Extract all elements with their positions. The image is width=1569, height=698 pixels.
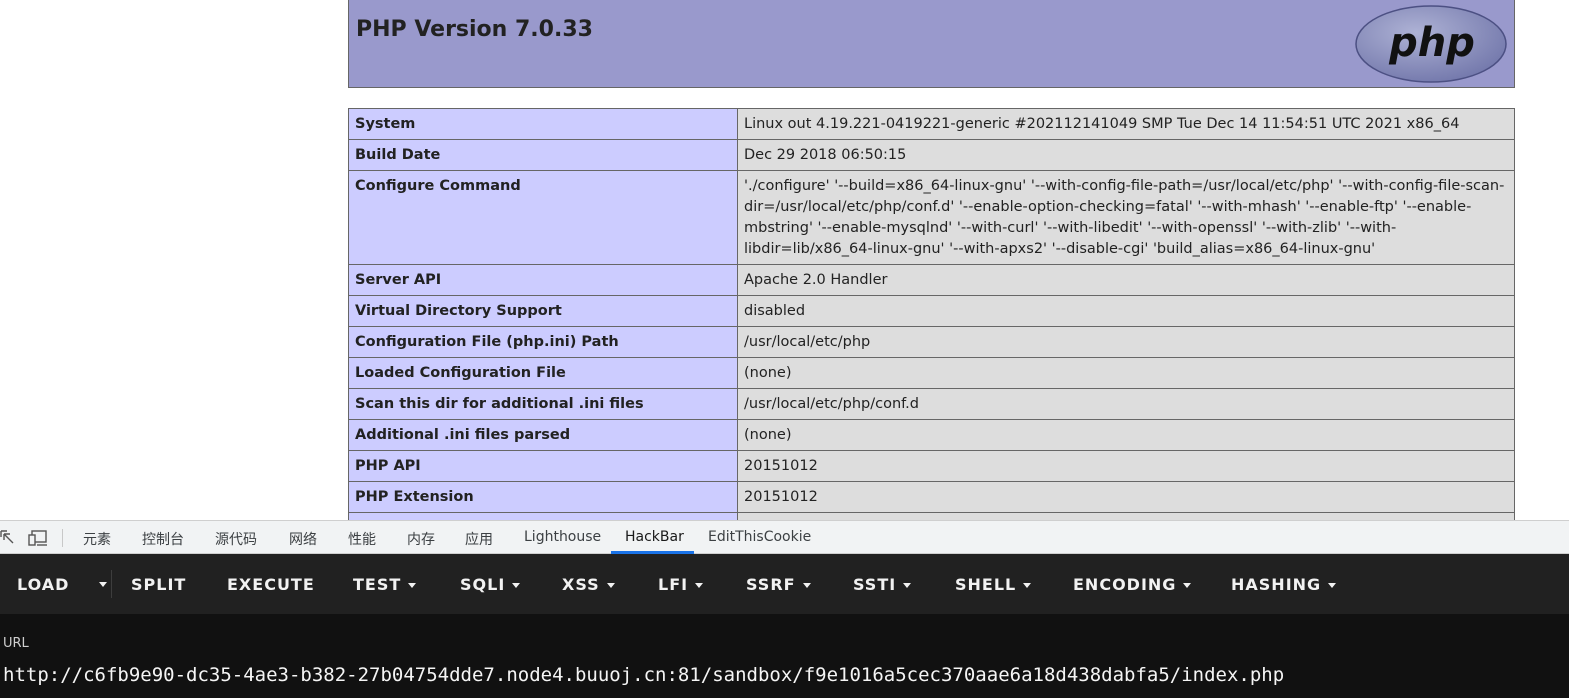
row-value: /usr/local/etc/php xyxy=(737,326,1515,358)
shell-menu-button[interactable]: SHELL xyxy=(955,575,1032,594)
toolbar-divider xyxy=(62,529,63,547)
chevron-down-icon xyxy=(1023,583,1032,588)
lfi-menu-label: LFI xyxy=(658,575,689,594)
hackbar-body: URL http://c6fb9e90-dc35-4ae3-b382-27b04… xyxy=(0,614,1569,698)
table-row: Virtual Directory Support disabled xyxy=(348,295,1515,327)
sqli-menu-button[interactable]: SQLI xyxy=(460,575,521,594)
tab-editthiscookie[interactable]: EditThisCookie xyxy=(708,529,811,545)
phpinfo-table: System Linux out 4.19.221-0419221-generic… xyxy=(348,108,1515,520)
phpinfo-header: PHP Version 7.0.33 php xyxy=(348,0,1515,88)
tab-memory[interactable]: 内存 xyxy=(407,529,435,549)
tab-performance[interactable]: 性能 xyxy=(348,529,376,549)
row-value: Linux out 4.19.221-0419221-generic #2021… xyxy=(737,108,1515,140)
ssrf-menu-button[interactable]: SSRF xyxy=(746,575,811,594)
page-title: PHP Version 7.0.33 xyxy=(356,17,593,42)
row-value: 20151012 xyxy=(737,450,1515,482)
table-row: Configuration File (php.ini) Path/usr/lo… xyxy=(348,326,1515,358)
table-row: Configure Command './configure' '--build=… xyxy=(348,170,1515,265)
table-row: Scan this dir for additional .ini files /… xyxy=(348,388,1515,420)
devtools-tab-bar: 元素 控制台 源代码 网络 性能 内存 应用 Lighthouse HackBa… xyxy=(0,520,1569,554)
chevron-down-icon xyxy=(1328,583,1337,588)
tab-hackbar[interactable]: HackBar xyxy=(625,529,684,545)
php-logo-text: php xyxy=(1388,20,1475,66)
table-row xyxy=(348,512,1515,520)
row-label: System xyxy=(348,108,738,140)
execute-button[interactable]: EXECUTE xyxy=(227,575,315,594)
ssti-menu-label: SSTI xyxy=(853,575,897,594)
row-value xyxy=(737,512,1515,520)
chevron-down-icon xyxy=(695,583,704,588)
row-label: Build Date xyxy=(348,139,738,171)
tab-sources[interactable]: 源代码 xyxy=(215,529,257,549)
row-label: PHP Extension xyxy=(348,481,738,513)
row-value: (none) xyxy=(737,357,1515,389)
table-row: System Linux out 4.19.221-0419221-generic… xyxy=(348,108,1515,140)
row-value: Apache 2.0 Handler xyxy=(737,264,1515,296)
table-row: Server API Apache 2.0 Handler xyxy=(348,264,1515,296)
row-value: /usr/local/etc/php/conf.d xyxy=(737,388,1515,420)
chevron-down-icon xyxy=(408,583,417,588)
row-label: PHP API xyxy=(348,450,738,482)
row-value: Dec 29 2018 06:50:15 xyxy=(737,139,1515,171)
tab-network[interactable]: 网络 xyxy=(289,529,317,549)
url-label: URL xyxy=(3,636,29,651)
hashing-menu-button[interactable]: HASHING xyxy=(1231,575,1337,594)
ssrf-menu-label: SSRF xyxy=(746,575,796,594)
row-label: Additional .ini files parsed xyxy=(348,419,738,451)
url-input[interactable]: http://c6fb9e90-dc35-4ae3-b382-27b04754d… xyxy=(3,664,1284,686)
chevron-down-icon xyxy=(1183,583,1192,588)
chevron-down-icon xyxy=(802,583,811,588)
table-row: Loaded Configuration File (none) xyxy=(348,357,1515,389)
load-split-divider xyxy=(111,570,112,598)
lfi-menu-button[interactable]: LFI xyxy=(658,575,704,594)
chevron-down-icon xyxy=(606,583,615,588)
row-value: disabled xyxy=(737,295,1515,327)
row-value: './configure' '--build=x86_64-linux-gnu'… xyxy=(737,170,1515,265)
inspect-element-icon[interactable] xyxy=(0,529,16,547)
tab-application[interactable]: 应用 xyxy=(465,529,493,549)
row-value: (none) xyxy=(737,419,1515,451)
test-menu-label: TEST xyxy=(353,575,402,594)
table-row: PHP API 20151012 xyxy=(348,450,1515,482)
hackbar-toolbar: LOAD SPLIT EXECUTE TEST SQLI XSS LFI SSR… xyxy=(0,554,1569,614)
table-row: Additional .ini files parsed (none) xyxy=(348,419,1515,451)
table-row: PHP Extension 20151012 xyxy=(348,481,1515,513)
chevron-down-icon xyxy=(512,583,521,588)
test-menu-button[interactable]: TEST xyxy=(353,575,417,594)
table-row: Build Date Dec 29 2018 06:50:15 xyxy=(348,139,1515,171)
xss-menu-button[interactable]: XSS xyxy=(562,575,615,594)
tab-lighthouse[interactable]: Lighthouse xyxy=(524,529,601,545)
device-toolbar-icon[interactable] xyxy=(28,529,50,547)
shell-menu-label: SHELL xyxy=(955,575,1017,594)
xss-menu-label: XSS xyxy=(562,575,600,594)
ssti-menu-button[interactable]: SSTI xyxy=(853,575,912,594)
split-button[interactable]: SPLIT xyxy=(131,575,186,594)
sqli-menu-label: SQLI xyxy=(460,575,506,594)
row-value: 20151012 xyxy=(737,481,1515,513)
row-label: Virtual Directory Support xyxy=(348,295,738,327)
chevron-down-icon xyxy=(903,583,912,588)
row-label: Loaded Configuration File xyxy=(348,357,738,389)
tab-console[interactable]: 控制台 xyxy=(142,529,184,549)
encoding-menu-label: ENCODING xyxy=(1073,575,1177,594)
row-label: Configuration File (php.ini) Path xyxy=(348,326,738,358)
phpinfo-page: PHP Version 7.0.33 php System Linux out 4… xyxy=(0,0,1569,520)
row-label xyxy=(348,512,738,520)
load-button[interactable]: LOAD xyxy=(17,575,69,594)
php-logo: php xyxy=(1355,5,1507,83)
encoding-menu-button[interactable]: ENCODING xyxy=(1073,575,1192,594)
row-label: Server API xyxy=(348,264,738,296)
row-label: Configure Command xyxy=(348,170,738,265)
hashing-menu-label: HASHING xyxy=(1231,575,1322,594)
tab-elements[interactable]: 元素 xyxy=(83,529,111,549)
load-dropdown-icon[interactable] xyxy=(99,582,107,587)
row-label: Scan this dir for additional .ini files xyxy=(348,388,738,420)
